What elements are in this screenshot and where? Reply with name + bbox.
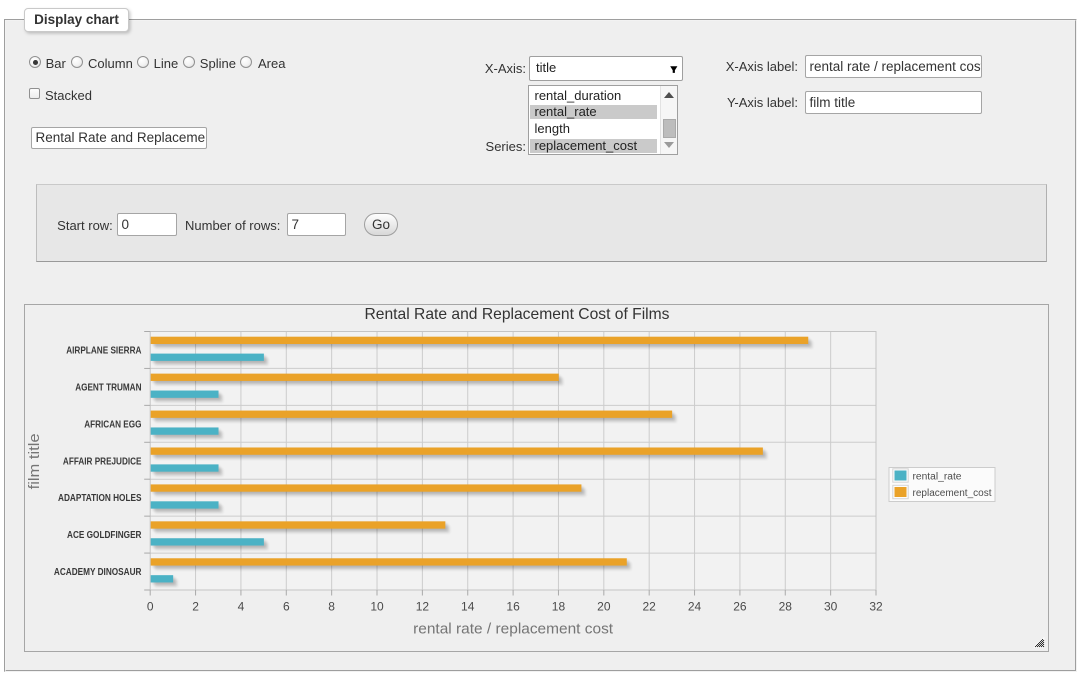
svg-text:10: 10 — [370, 600, 384, 614]
svg-text:AFFAIR PREJUDICE: AFFAIR PREJUDICE — [63, 456, 142, 467]
svg-text:0: 0 — [147, 600, 154, 614]
svg-text:16: 16 — [506, 600, 520, 614]
svg-text:6: 6 — [283, 600, 290, 614]
svg-text:24: 24 — [688, 600, 702, 614]
svg-text:ACE GOLDFINGER: ACE GOLDFINGER — [67, 530, 142, 541]
svg-text:film title: film title — [26, 433, 43, 489]
svg-text:Rental Rate and Replacement Co: Rental Rate and Replacement Cost of Film… — [365, 306, 670, 323]
svg-text:18: 18 — [552, 600, 566, 614]
svg-text:AIRPLANE SIERRA: AIRPLANE SIERRA — [66, 345, 141, 356]
svg-text:rental_rate: rental_rate — [913, 472, 962, 483]
svg-text:replacement_cost: replacement_cost — [913, 488, 992, 499]
svg-text:2: 2 — [192, 600, 199, 614]
svg-text:AFRICAN EGG: AFRICAN EGG — [84, 419, 141, 430]
svg-text:28: 28 — [779, 600, 793, 614]
svg-text:14: 14 — [461, 600, 475, 614]
svg-text:30: 30 — [824, 600, 838, 614]
svg-text:22: 22 — [643, 600, 657, 614]
svg-text:8: 8 — [328, 600, 335, 614]
svg-text:4: 4 — [238, 600, 245, 614]
svg-text:AGENT TRUMAN: AGENT TRUMAN — [75, 382, 141, 393]
svg-text:20: 20 — [597, 600, 611, 614]
svg-text:ADAPTATION HOLES: ADAPTATION HOLES — [58, 493, 142, 504]
svg-text:26: 26 — [733, 600, 747, 614]
svg-text:ACADEMY DINOSAUR: ACADEMY DINOSAUR — [54, 567, 142, 578]
svg-text:rental rate / replacement cost: rental rate / replacement cost — [413, 621, 614, 638]
svg-text:12: 12 — [416, 600, 430, 614]
svg-text:32: 32 — [869, 600, 883, 614]
